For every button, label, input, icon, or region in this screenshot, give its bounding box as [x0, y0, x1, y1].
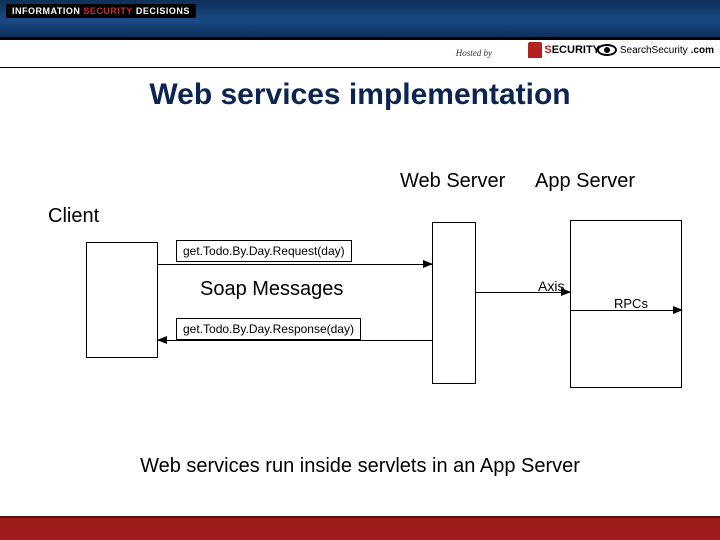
security-logo: SECURITY: [528, 42, 600, 58]
arrow-head-icon: [423, 260, 433, 268]
security-s: S: [544, 44, 551, 56]
response-callout: get.Todo.By.Day.Response(day): [176, 318, 361, 340]
top-banner: INFORMATION SECURITY DECISIONS: [0, 0, 720, 40]
arrow-head-icon: [673, 306, 683, 314]
brand-badge: INFORMATION SECURITY DECISIONS: [6, 4, 196, 18]
web-server-box: [432, 222, 476, 384]
security-rest: ECURITY: [552, 44, 600, 56]
eye-icon: [597, 44, 617, 56]
badge-suffix: DECISIONS: [136, 6, 190, 16]
client-box: [86, 242, 158, 358]
client-label: Client: [48, 205, 99, 228]
slide-title: Web services implementation: [0, 78, 720, 112]
hosted-by-label: Hosted by: [456, 48, 492, 58]
lock-icon: [528, 42, 542, 58]
request-arrow: [158, 264, 432, 265]
search-security-logo: SearchSecurity.com: [597, 44, 714, 56]
request-callout: get.Todo.By.Day.Request(day): [176, 240, 352, 262]
search-suffix: .com: [691, 45, 714, 56]
web-server-label: Web Server: [400, 170, 505, 193]
soap-messages-label: Soap Messages: [200, 278, 343, 301]
badge-mid: SECURITY: [83, 6, 133, 16]
security-text: SECURITY: [544, 44, 600, 56]
slide-caption: Web services run inside servlets in an A…: [0, 455, 720, 478]
rpc-label: RPCs: [614, 296, 648, 311]
response-arrow: [158, 340, 432, 341]
badge-prefix: INFORMATION: [12, 6, 80, 16]
arrow-head-icon: [157, 336, 167, 344]
hosted-row: Hosted by SECURITY SearchSecurity.com: [0, 40, 720, 68]
axis-label: Axis: [538, 278, 564, 294]
app-server-label: App Server: [535, 170, 635, 193]
diagram: Client Web Server App Server get.Todo.By…: [0, 160, 720, 460]
footer-bar: [0, 516, 720, 540]
search-text: SearchSecurity: [620, 45, 688, 56]
